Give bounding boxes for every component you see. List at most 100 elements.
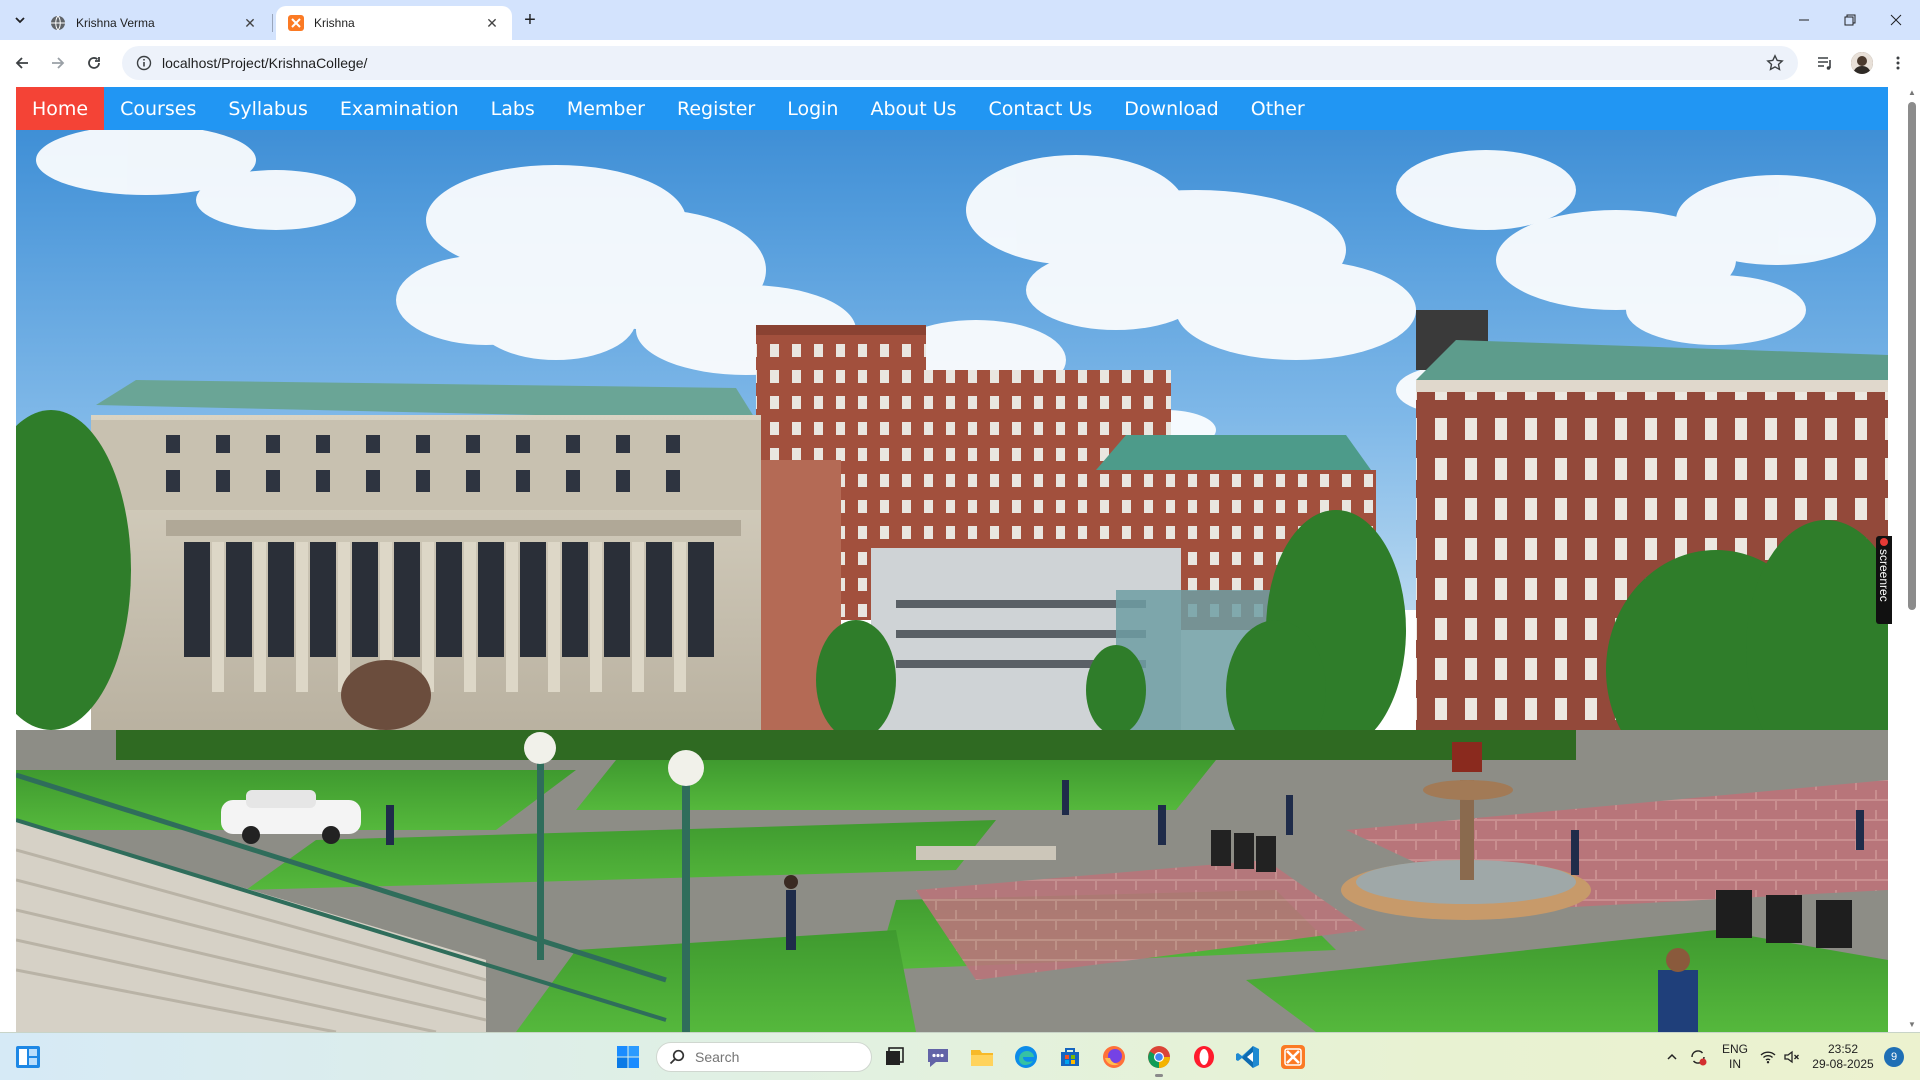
browser-menu-button[interactable] (1887, 52, 1909, 74)
nav-labs[interactable]: Labs (475, 87, 551, 130)
store-icon (1061, 1048, 1079, 1066)
language-indicator[interactable]: ENG IN (1716, 1033, 1754, 1080)
nav-syllabus[interactable]: Syllabus (212, 87, 324, 130)
widgets-button[interactable] (12, 1041, 44, 1073)
volume-status-button[interactable] (1780, 1033, 1804, 1080)
wifi-status-button[interactable] (1756, 1033, 1780, 1080)
reload-icon (88, 57, 100, 69)
nav-courses[interactable]: Courses (104, 87, 212, 130)
start-button[interactable] (612, 1041, 644, 1073)
tab-close-icon[interactable]: ✕ (242, 15, 258, 31)
record-dot-icon (1880, 538, 1888, 546)
vscode-button[interactable] (1232, 1041, 1264, 1073)
task-view-button[interactable] (878, 1041, 910, 1073)
arrow-right-icon (52, 57, 65, 69)
teams-chat-button[interactable] (922, 1041, 954, 1073)
tab-title: Krishna Verma (76, 16, 155, 30)
page-viewport: Home Courses Syllabus Examination Labs M… (0, 86, 1920, 1032)
firefox-icon (1103, 1046, 1125, 1068)
clock-time: 23:52 (1827, 1042, 1859, 1056)
minimize-icon (1799, 19, 1809, 21)
nav-other[interactable]: Other (1235, 87, 1321, 130)
edge-button[interactable] (1010, 1041, 1042, 1073)
firefox-button[interactable] (1098, 1041, 1130, 1073)
back-button[interactable] (9, 50, 35, 76)
more-vertical-icon (1896, 56, 1900, 70)
site-navbar: Home Courses Syllabus Examination Labs M… (16, 87, 1888, 130)
site-info-icon[interactable] (136, 55, 152, 71)
sync-error-icon (1691, 1050, 1707, 1066)
nav-contact-us[interactable]: Contact Us (973, 87, 1109, 130)
bookmark-star-icon[interactable] (1766, 54, 1784, 72)
nav-login[interactable]: Login (771, 87, 854, 130)
task-view-icon (886, 1047, 904, 1065)
windows-taskbar: ENG IN 23:52 29-08-2025 9 (0, 1032, 1920, 1080)
nav-examination[interactable]: Examination (324, 87, 475, 130)
browser-toolbar (0, 40, 1920, 86)
close-icon (1890, 14, 1902, 26)
media-controls-icon (1818, 57, 1831, 70)
address-bar[interactable] (122, 46, 1798, 80)
xampp-icon (1281, 1045, 1305, 1069)
taskbar-search-input[interactable] (695, 1049, 845, 1065)
reload-button[interactable] (81, 50, 107, 76)
browser-tab-krishna-verma[interactable]: Krishna Verma ✕ (38, 6, 270, 40)
chrome-button[interactable] (1143, 1041, 1175, 1077)
opera-button[interactable] (1188, 1041, 1220, 1073)
notification-badge[interactable]: 9 (1884, 1047, 1904, 1067)
forward-button[interactable] (45, 50, 71, 76)
chevron-down-icon (15, 17, 25, 24)
scrollbar-thumb[interactable] (1908, 102, 1916, 610)
windows-logo-icon (617, 1046, 639, 1068)
nav-about-us[interactable]: About Us (854, 87, 972, 130)
language-region: IN (1729, 1057, 1741, 1071)
nav-member[interactable]: Member (551, 87, 661, 130)
widgets-icon (16, 1046, 40, 1068)
clock[interactable]: 23:52 29-08-2025 (1808, 1033, 1878, 1080)
taskbar-search-box[interactable] (656, 1042, 872, 1072)
scroll-up-icon[interactable]: ▲ (1907, 88, 1917, 98)
nav-register[interactable]: Register (661, 87, 771, 130)
xampp-button[interactable] (1277, 1041, 1309, 1073)
language-code: ENG (1721, 1042, 1748, 1056)
page-scrollbar[interactable]: ▲ ▼ (1904, 86, 1920, 1032)
globe-icon (51, 15, 65, 31)
tab-search-menu-button[interactable] (8, 8, 32, 32)
url-input[interactable] (162, 55, 1662, 71)
arrow-left-icon (15, 57, 28, 69)
browser-tab-krishna[interactable]: Krishna ✕ (276, 6, 512, 40)
profile-avatar[interactable] (1851, 52, 1873, 74)
microsoft-store-button[interactable] (1054, 1041, 1086, 1073)
nav-home[interactable]: Home (16, 87, 105, 130)
screenrec-label: screenrec (1877, 549, 1891, 602)
folder-icon (971, 1050, 993, 1066)
scroll-down-icon[interactable]: ▼ (1907, 1020, 1917, 1030)
wifi-icon (1760, 1051, 1776, 1064)
tab-title: Krishna (314, 16, 355, 30)
show-hidden-icons-button[interactable] (1660, 1033, 1684, 1080)
chrome-icon (1148, 1046, 1170, 1068)
vscode-icon (1236, 1046, 1259, 1068)
restore-icon (1844, 14, 1856, 26)
file-explorer-button[interactable] (966, 1041, 998, 1073)
campus-illustration (16, 130, 1888, 1032)
opera-icon (1194, 1046, 1214, 1068)
close-window-button[interactable] (1873, 0, 1919, 40)
browser-tab-strip: Krishna Verma ✕ Krishna ✕ + (0, 0, 1920, 40)
sync-status-button[interactable] (1684, 1033, 1712, 1080)
tab-separator (272, 14, 273, 32)
new-tab-button[interactable]: + (518, 8, 542, 32)
search-icon (669, 1049, 685, 1065)
screenrec-widget[interactable]: screenrec (1876, 536, 1892, 624)
restore-button[interactable] (1827, 0, 1873, 40)
avatar-icon (1851, 52, 1873, 74)
tab-close-icon[interactable]: ✕ (484, 15, 500, 31)
chat-icon (928, 1049, 948, 1067)
volume-muted-icon (1784, 1050, 1799, 1064)
chevron-up-icon (1667, 1053, 1677, 1060)
minimize-button[interactable] (1781, 0, 1827, 40)
nav-download[interactable]: Download (1108, 87, 1234, 130)
reading-list-button[interactable] (1814, 52, 1836, 74)
xampp-icon (288, 15, 304, 31)
clock-date: 29-08-2025 (1812, 1057, 1874, 1071)
